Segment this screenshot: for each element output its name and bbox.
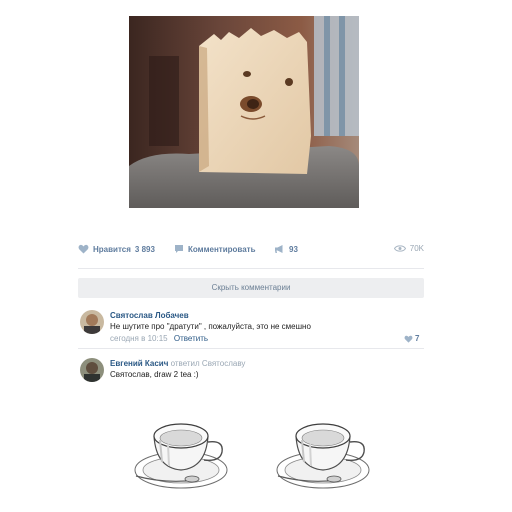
comment-like-count: 7 (415, 334, 420, 343)
share-button[interactable]: 93 (274, 244, 298, 254)
reply-button[interactable]: Ответить (174, 334, 208, 343)
divider (78, 348, 424, 349)
comment-author[interactable]: Святослав Лобачев (110, 311, 189, 320)
post-photo[interactable] (129, 16, 359, 208)
avatar[interactable] (80, 310, 104, 334)
hide-comments-button[interactable]: Скрыть комментарии (78, 278, 424, 298)
comment-meta: сегодня в 10:15 Ответить (110, 334, 208, 343)
teacup-sketch-1 (126, 410, 246, 500)
comment-button[interactable]: Комментировать (174, 244, 256, 254)
replied-to[interactable]: ответил Святославу (171, 359, 246, 368)
heart-icon (404, 335, 413, 343)
views-counter: 70K (393, 244, 424, 253)
comment-author: Евгений Касич ответил Святославу (110, 359, 245, 368)
eye-icon (393, 245, 406, 252)
comment-icon (175, 245, 183, 253)
teacup-drawing (276, 423, 370, 489)
comment-text: Святослав, draw 2 tea :) (110, 370, 199, 379)
avatar-image (80, 310, 104, 334)
comment-time[interactable]: сегодня в 10:15 (110, 334, 168, 343)
teacup-sketch-2 (268, 410, 388, 500)
comment-label: Комментировать (188, 244, 256, 254)
megaphone-icon (275, 245, 283, 253)
avatar[interactable] (80, 358, 104, 382)
like-count: 3 893 (134, 244, 155, 254)
divider (78, 268, 424, 269)
like-button[interactable]: Нравится 3 893 (78, 244, 155, 254)
like-label: Нравится (93, 244, 131, 254)
heart-icon (78, 244, 89, 254)
post-actions-bar: Нравится 3 893 Комментировать 93 70K (78, 240, 424, 260)
views-count: 70K (409, 244, 424, 253)
comment-author-name[interactable]: Евгений Касич (110, 359, 168, 368)
wooden-dog-image (129, 16, 359, 208)
teacup-drawing (134, 423, 228, 489)
share-count: 93 (289, 244, 298, 254)
comment-text: Не шутите про "дратути" , пожалуйста, эт… (110, 322, 311, 331)
comment-like-button[interactable]: 7 (404, 334, 419, 343)
avatar-image (80, 358, 104, 382)
